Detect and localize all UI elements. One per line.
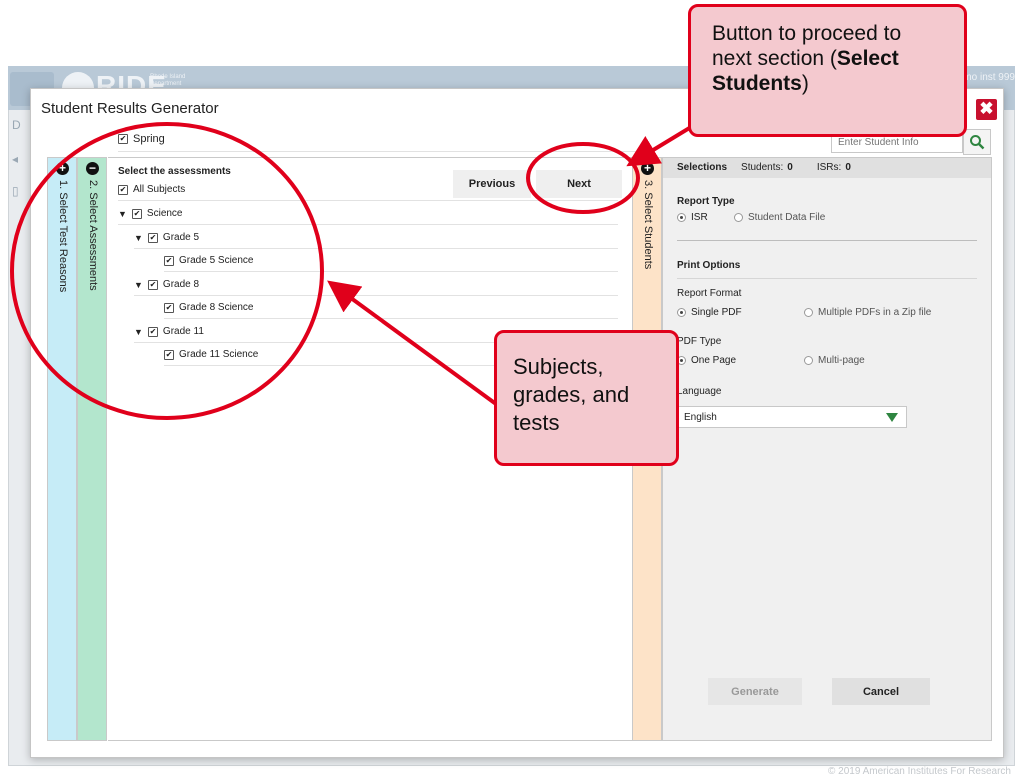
divider bbox=[677, 240, 977, 241]
students-count: 0 bbox=[787, 162, 793, 173]
pdf-type-label: PDF Type bbox=[677, 336, 722, 347]
multiple-pdfs-radio-row[interactable]: Multiple PDFs in a Zip file bbox=[804, 307, 931, 318]
modal-title: Student Results Generator bbox=[41, 100, 219, 117]
students-label: Students: bbox=[741, 162, 784, 173]
search-icon bbox=[970, 135, 985, 150]
subject-science-label: Science bbox=[146, 208, 183, 219]
checkbox-checked-icon[interactable]: ✔ bbox=[118, 184, 128, 195]
grade-label: Grade 8 bbox=[162, 279, 200, 290]
radio-selected-icon[interactable] bbox=[677, 213, 686, 222]
radio-label: Multiple PDFs in a Zip file bbox=[818, 307, 932, 318]
test-label: Grade 8 Science bbox=[179, 302, 254, 313]
grade-row[interactable]: ▼ ✔ Grade 11 bbox=[134, 326, 204, 337]
expand-triangle-icon[interactable]: ▼ bbox=[134, 280, 143, 290]
annotation-callout-subjects: Subjects, grades, and tests bbox=[494, 330, 679, 466]
test-row[interactable]: ✔ Grade 5 Science bbox=[164, 255, 254, 266]
language-value: English bbox=[684, 412, 717, 423]
expand-triangle-icon[interactable]: ▼ bbox=[134, 233, 143, 243]
term-spring-label: Spring bbox=[133, 133, 165, 145]
term-spring-checkbox-row[interactable]: ✔ Spring bbox=[118, 133, 165, 145]
isrs-label: ISRs: bbox=[816, 162, 842, 173]
print-options-title: Print Options bbox=[677, 260, 741, 271]
grade-row[interactable]: ▼ ✔ Grade 8 bbox=[134, 279, 199, 290]
assessments-heading: Select the assessments bbox=[118, 166, 231, 177]
expand-triangle-icon[interactable]: ▼ bbox=[134, 327, 143, 337]
search-button[interactable] bbox=[963, 129, 991, 155]
divider bbox=[118, 224, 618, 225]
test-row[interactable]: ✔ Grade 11 Science bbox=[164, 349, 258, 360]
radio-unselected-icon[interactable] bbox=[804, 356, 813, 365]
tab-label: 2. Select Assessments bbox=[87, 180, 99, 291]
close-button[interactable]: ✖ bbox=[976, 99, 997, 120]
divider bbox=[164, 318, 618, 319]
radio-label: Single PDF bbox=[691, 307, 742, 318]
selections-title: Selections bbox=[677, 162, 728, 173]
test-label: Grade 11 Science bbox=[179, 349, 259, 360]
minus-icon: − bbox=[86, 162, 99, 175]
radio-label: Student Data File bbox=[748, 212, 826, 223]
grade-label: Grade 5 bbox=[162, 232, 200, 243]
tab-select-test-reasons[interactable]: + 1. Select Test Reasons bbox=[47, 157, 77, 741]
language-select[interactable]: English bbox=[677, 406, 907, 428]
expand-triangle-icon[interactable]: ▼ bbox=[118, 209, 127, 219]
background-user-text: mo inst 999 bbox=[963, 72, 1015, 83]
plus-icon: + bbox=[641, 162, 654, 175]
divider bbox=[134, 248, 618, 249]
footer-copyright: © 2019 American Institutes For Research bbox=[827, 766, 1011, 777]
single-pdf-radio-row[interactable]: Single PDF bbox=[677, 307, 742, 318]
background-clipboard-icon: ▯ bbox=[12, 184, 19, 198]
all-subjects-checkbox-row[interactable]: ✔ All Subjects bbox=[118, 184, 185, 195]
dropdown-arrow-icon bbox=[886, 413, 898, 422]
tab-label: 1. Select Test Reasons bbox=[57, 180, 69, 293]
checkbox-checked-icon[interactable]: ✔ bbox=[147, 232, 158, 243]
checkbox-checked-icon[interactable]: ✔ bbox=[164, 349, 174, 360]
checkbox-checked-icon[interactable]: ✔ bbox=[118, 134, 128, 144]
generate-button[interactable]: Generate bbox=[708, 678, 802, 705]
next-button[interactable]: Next bbox=[536, 170, 622, 198]
all-subjects-label: All Subjects bbox=[133, 184, 186, 195]
tab-select-assessments[interactable]: − 2. Select Assessments bbox=[77, 157, 107, 741]
grade-label: Grade 11 bbox=[162, 326, 204, 337]
report-type-isr-radio-row[interactable]: ISR bbox=[677, 212, 708, 223]
selections-header: Selections Students: 0 ISRs: 0 bbox=[663, 158, 991, 178]
plus-icon: + bbox=[56, 162, 69, 175]
language-label: Language bbox=[677, 386, 722, 397]
test-row[interactable]: ✔ Grade 8 Science bbox=[164, 302, 254, 313]
background-arrow-icon: ◂ bbox=[12, 152, 19, 166]
background-text-glyph: D bbox=[12, 118, 21, 132]
cancel-button[interactable]: Cancel bbox=[832, 678, 930, 705]
tab-label: 3. Select Students bbox=[642, 180, 654, 270]
divider bbox=[677, 278, 977, 279]
divider bbox=[118, 151, 638, 152]
screenshot-stage: RIDE Rhode Island Department mo inst 999… bbox=[0, 0, 1015, 782]
report-format-label: Report Format bbox=[677, 288, 742, 299]
radio-label: One Page bbox=[691, 355, 737, 366]
radio-selected-icon[interactable] bbox=[677, 308, 686, 317]
selections-panel: Selections Students: 0 ISRs: 0 Report Ty… bbox=[662, 157, 992, 741]
callout-text-end: ) bbox=[801, 72, 809, 95]
multi-page-radio-row[interactable]: Multi-page bbox=[804, 355, 865, 366]
annotation-callout-next-button: Button to proceed to next section (Selec… bbox=[688, 4, 967, 137]
grade-row[interactable]: ▼ ✔ Grade 5 bbox=[134, 232, 199, 243]
previous-button[interactable]: Previous bbox=[453, 170, 531, 198]
ride-logo-subtext: Rhode Island Department bbox=[150, 74, 186, 87]
report-type-title: Report Type bbox=[677, 196, 735, 207]
checkbox-checked-icon[interactable]: ✔ bbox=[147, 279, 158, 290]
checkbox-checked-icon[interactable]: ✔ bbox=[131, 208, 142, 219]
report-type-data-file-radio-row[interactable]: Student Data File bbox=[734, 212, 825, 223]
radio-label: Multi-page bbox=[818, 355, 865, 366]
radio-label: ISR bbox=[691, 212, 708, 223]
divider bbox=[134, 295, 618, 296]
checkbox-checked-icon[interactable]: ✔ bbox=[164, 302, 174, 313]
one-page-radio-row[interactable]: One Page bbox=[677, 355, 736, 366]
test-label: Grade 5 Science bbox=[179, 255, 254, 266]
subject-science-row[interactable]: ▼ ✔ Science bbox=[118, 208, 183, 219]
radio-unselected-icon[interactable] bbox=[804, 308, 813, 317]
divider bbox=[118, 200, 618, 201]
radio-unselected-icon[interactable] bbox=[734, 213, 743, 222]
isrs-count: 0 bbox=[845, 162, 851, 173]
divider bbox=[164, 271, 618, 272]
checkbox-checked-icon[interactable]: ✔ bbox=[164, 255, 174, 266]
checkbox-checked-icon[interactable]: ✔ bbox=[147, 326, 158, 337]
